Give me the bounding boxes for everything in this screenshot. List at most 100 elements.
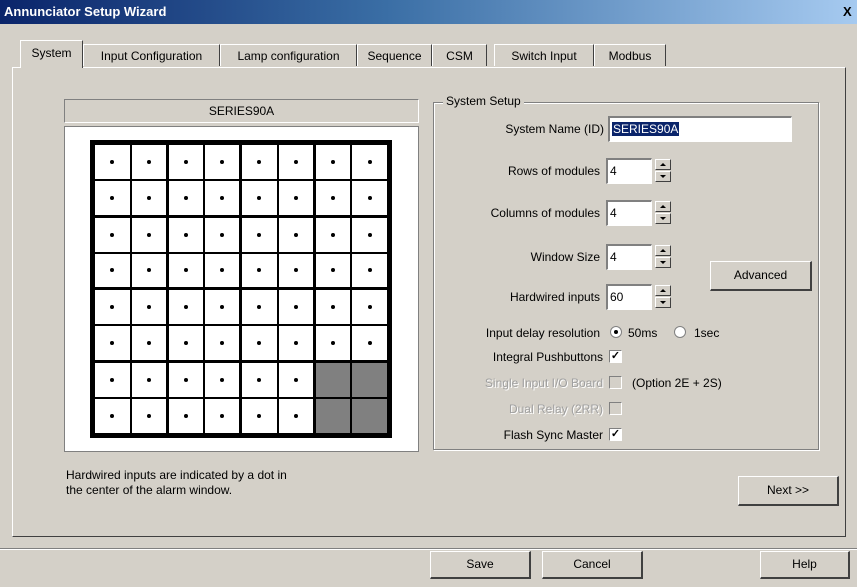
columns-spinner[interactable]	[655, 201, 671, 225]
alarm-window[interactable]	[241, 361, 278, 398]
tab-system[interactable]: System	[20, 40, 83, 68]
alarm-window[interactable]	[204, 252, 241, 289]
tab-lamp-configuration[interactable]: Lamp configuration	[220, 44, 357, 66]
alarm-window[interactable]	[314, 325, 352, 362]
alarm-window[interactable]	[94, 252, 131, 289]
spin-up-icon[interactable]	[655, 245, 671, 256]
hardwired-inputs-field[interactable]: 60	[606, 284, 652, 310]
alarm-window[interactable]	[94, 397, 131, 434]
alarm-window[interactable]	[277, 144, 315, 181]
radio-50ms[interactable]	[610, 326, 622, 338]
alarm-window[interactable]	[130, 361, 168, 398]
alarm-window[interactable]	[351, 397, 388, 434]
alarm-window[interactable]	[167, 144, 205, 181]
alarm-window[interactable]	[130, 397, 168, 434]
alarm-window[interactable]	[94, 180, 131, 217]
alarm-window[interactable]	[351, 325, 388, 362]
rows-spinner[interactable]	[655, 159, 671, 183]
alarm-window[interactable]	[351, 361, 388, 398]
tab-input-configuration[interactable]: Input Configuration	[83, 44, 220, 66]
alarm-window[interactable]	[130, 216, 168, 253]
alarm-window[interactable]	[167, 252, 205, 289]
alarm-window[interactable]	[314, 361, 352, 398]
window-size-field[interactable]: 4	[606, 244, 652, 270]
alarm-window[interactable]	[241, 252, 278, 289]
spin-up-icon[interactable]	[655, 285, 671, 296]
alarm-window[interactable]	[241, 180, 278, 217]
columns-field[interactable]: 4	[606, 200, 652, 226]
tab-sequence[interactable]: Sequence	[357, 44, 432, 66]
alarm-window[interactable]	[94, 361, 131, 398]
alarm-window[interactable]	[130, 144, 168, 181]
alarm-window[interactable]	[314, 180, 352, 217]
alarm-window[interactable]	[204, 397, 241, 434]
alarm-window[interactable]	[241, 216, 278, 253]
alarm-window[interactable]	[241, 397, 278, 434]
alarm-window[interactable]	[314, 216, 352, 253]
alarm-window[interactable]	[204, 361, 241, 398]
alarm-window[interactable]	[314, 397, 352, 434]
save-button[interactable]: Save	[430, 551, 531, 579]
alarm-window[interactable]	[204, 144, 241, 181]
spin-up-icon[interactable]	[655, 201, 671, 212]
alarm-window[interactable]	[130, 289, 168, 326]
alarm-window[interactable]	[241, 325, 278, 362]
alarm-window[interactable]	[204, 289, 241, 326]
rows-field[interactable]: 4	[606, 158, 652, 184]
alarm-window[interactable]	[351, 289, 388, 326]
alarm-window[interactable]	[351, 216, 388, 253]
integral-pushbuttons-checkbox[interactable]: ✓	[609, 350, 622, 363]
alarm-window[interactable]	[204, 180, 241, 217]
alarm-window[interactable]	[277, 361, 315, 398]
alarm-window[interactable]	[241, 144, 278, 181]
alarm-window[interactable]	[351, 180, 388, 217]
close-icon[interactable]: X	[843, 4, 853, 19]
alarm-window[interactable]	[167, 180, 205, 217]
alarm-window[interactable]	[130, 325, 168, 362]
tab-switch-input[interactable]: Switch Input	[494, 44, 594, 66]
cancel-button[interactable]: Cancel	[542, 551, 643, 579]
alarm-window[interactable]	[351, 252, 388, 289]
tab-modbus[interactable]: Modbus	[594, 44, 666, 66]
alarm-window[interactable]	[277, 397, 315, 434]
hardwired-inputs-spinner[interactable]	[655, 285, 671, 309]
next-button[interactable]: Next >>	[738, 476, 839, 506]
help-button[interactable]: Help	[760, 551, 850, 579]
spin-down-icon[interactable]	[655, 171, 671, 182]
flash-sync-checkbox[interactable]: ✓	[609, 428, 622, 441]
alarm-window[interactable]	[314, 289, 352, 326]
dual-relay-checkbox[interactable]	[609, 402, 622, 415]
alarm-window[interactable]	[167, 361, 205, 398]
spin-down-icon[interactable]	[655, 213, 671, 224]
alarm-window[interactable]	[94, 216, 131, 253]
alarm-window[interactable]	[167, 325, 205, 362]
alarm-window[interactable]	[204, 325, 241, 362]
alarm-window[interactable]	[277, 216, 315, 253]
alarm-window[interactable]	[277, 289, 315, 326]
radio-1sec[interactable]	[674, 326, 686, 338]
alarm-window[interactable]	[94, 144, 131, 181]
alarm-window[interactable]	[130, 252, 168, 289]
spin-down-icon[interactable]	[655, 297, 671, 308]
single-input-checkbox[interactable]	[609, 376, 622, 389]
alarm-window[interactable]	[94, 289, 131, 326]
alarm-window[interactable]	[277, 325, 315, 362]
alarm-window[interactable]	[204, 216, 241, 253]
spin-up-icon[interactable]	[655, 159, 671, 170]
advanced-button[interactable]: Advanced	[710, 261, 812, 291]
alarm-window[interactable]	[241, 289, 278, 326]
window-size-spinner[interactable]	[655, 245, 671, 269]
alarm-window[interactable]	[130, 180, 168, 217]
alarm-window[interactable]	[314, 144, 352, 181]
spin-down-icon[interactable]	[655, 257, 671, 268]
system-name-field[interactable]: SERIES90A	[608, 116, 792, 142]
alarm-window[interactable]	[351, 144, 388, 181]
alarm-window[interactable]	[167, 289, 205, 326]
alarm-window[interactable]	[94, 325, 131, 362]
alarm-window[interactable]	[277, 252, 315, 289]
alarm-window[interactable]	[277, 180, 315, 217]
alarm-window[interactable]	[167, 397, 205, 434]
alarm-window[interactable]	[314, 252, 352, 289]
tab-csm[interactable]: CSM	[432, 44, 487, 66]
alarm-window[interactable]	[167, 216, 205, 253]
